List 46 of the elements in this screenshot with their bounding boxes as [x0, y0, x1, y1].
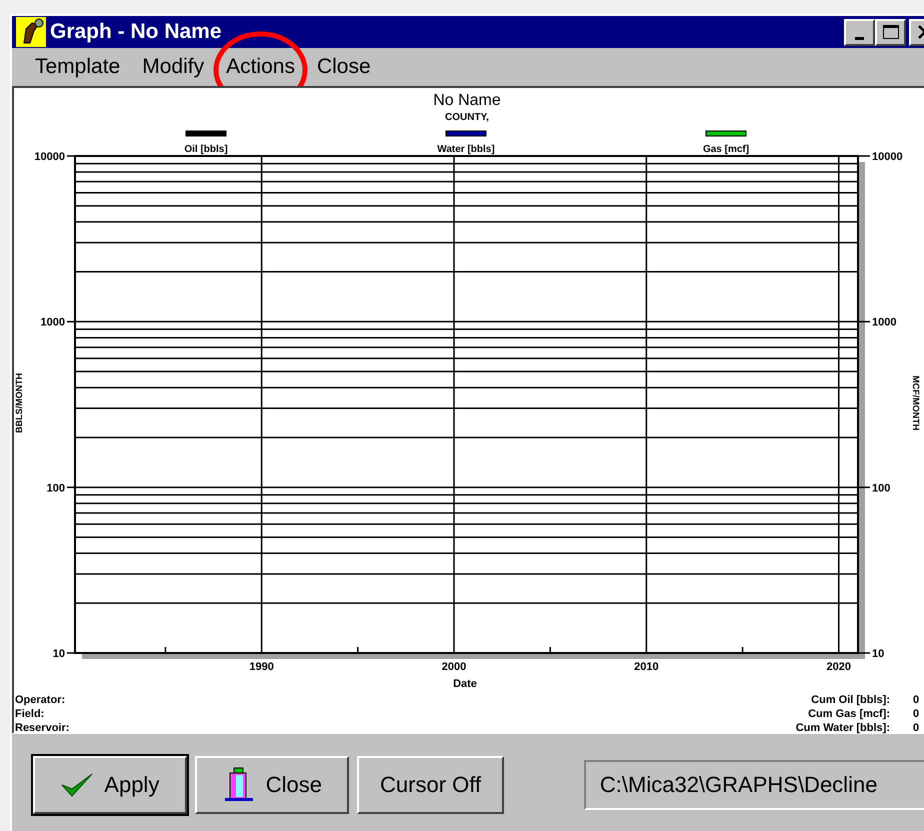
- maximize-icon: [882, 24, 900, 40]
- maximize-button[interactable]: [875, 18, 906, 46]
- chart-title: No Name: [433, 92, 501, 109]
- menu-item[interactable]: Template: [24, 55, 132, 79]
- info-label: Reservoir:: [15, 722, 70, 734]
- axis-title: MCF/MONTH: [911, 376, 921, 430]
- info-label: Operator:: [15, 694, 66, 706]
- cursor-toggle-button[interactable]: Cursor Off: [357, 756, 504, 814]
- apply-button[interactable]: Apply: [33, 756, 187, 814]
- info-label: Cum Gas [mcf]:: [808, 708, 890, 720]
- axis-label: 1990: [249, 661, 274, 673]
- info-label: Field:: [15, 708, 44, 720]
- window-title: Graph - No Name: [50, 20, 223, 44]
- axis-label: 10000: [34, 151, 65, 163]
- axis-label: 1000: [40, 316, 65, 329]
- chart-subtitle: COUNTY,: [445, 112, 489, 123]
- info-label: Cum Water [bbls]:: [796, 722, 890, 734]
- tick-mark: [67, 652, 75, 654]
- axis-label: 100: [872, 482, 890, 494]
- menu-item[interactable]: Actions: [215, 55, 306, 79]
- path-field[interactable]: C:\Mica32\GRAPHS\Decline: [584, 760, 924, 810]
- minimize-button[interactable]: [844, 18, 875, 46]
- close-button[interactable]: Close: [194, 756, 350, 814]
- info-value: 0: [913, 694, 920, 706]
- legend-label: Oil [bbls]: [184, 144, 228, 155]
- checkmark-icon: [60, 771, 94, 799]
- info-value: 0: [913, 722, 920, 734]
- legend-label: Gas [mcf]: [702, 144, 750, 155]
- axis-title: BBLS/MONTH: [14, 373, 24, 433]
- legend-label: Water [bbls]: [437, 144, 495, 155]
- info-value: 0: [913, 708, 920, 720]
- info-label: Cum Oil [bbls]:: [811, 694, 890, 706]
- axis-label: 10: [52, 648, 65, 660]
- axis-label: 2020: [826, 661, 851, 673]
- axis-label: 2000: [442, 661, 466, 673]
- menu-item[interactable]: Modify: [131, 55, 216, 79]
- axis-label: 1000: [872, 316, 896, 329]
- axis-label: 10: [872, 648, 884, 660]
- axis-label: 2010: [634, 661, 659, 673]
- axis-label: 10000: [872, 151, 903, 163]
- axis-label: 100: [46, 482, 65, 494]
- menu-item[interactable]: Close: [306, 55, 382, 79]
- minimize-icon: [855, 36, 864, 40]
- tick-mark: [858, 652, 870, 654]
- app-logo-icon: [16, 17, 46, 47]
- axis-title: Date: [453, 678, 477, 690]
